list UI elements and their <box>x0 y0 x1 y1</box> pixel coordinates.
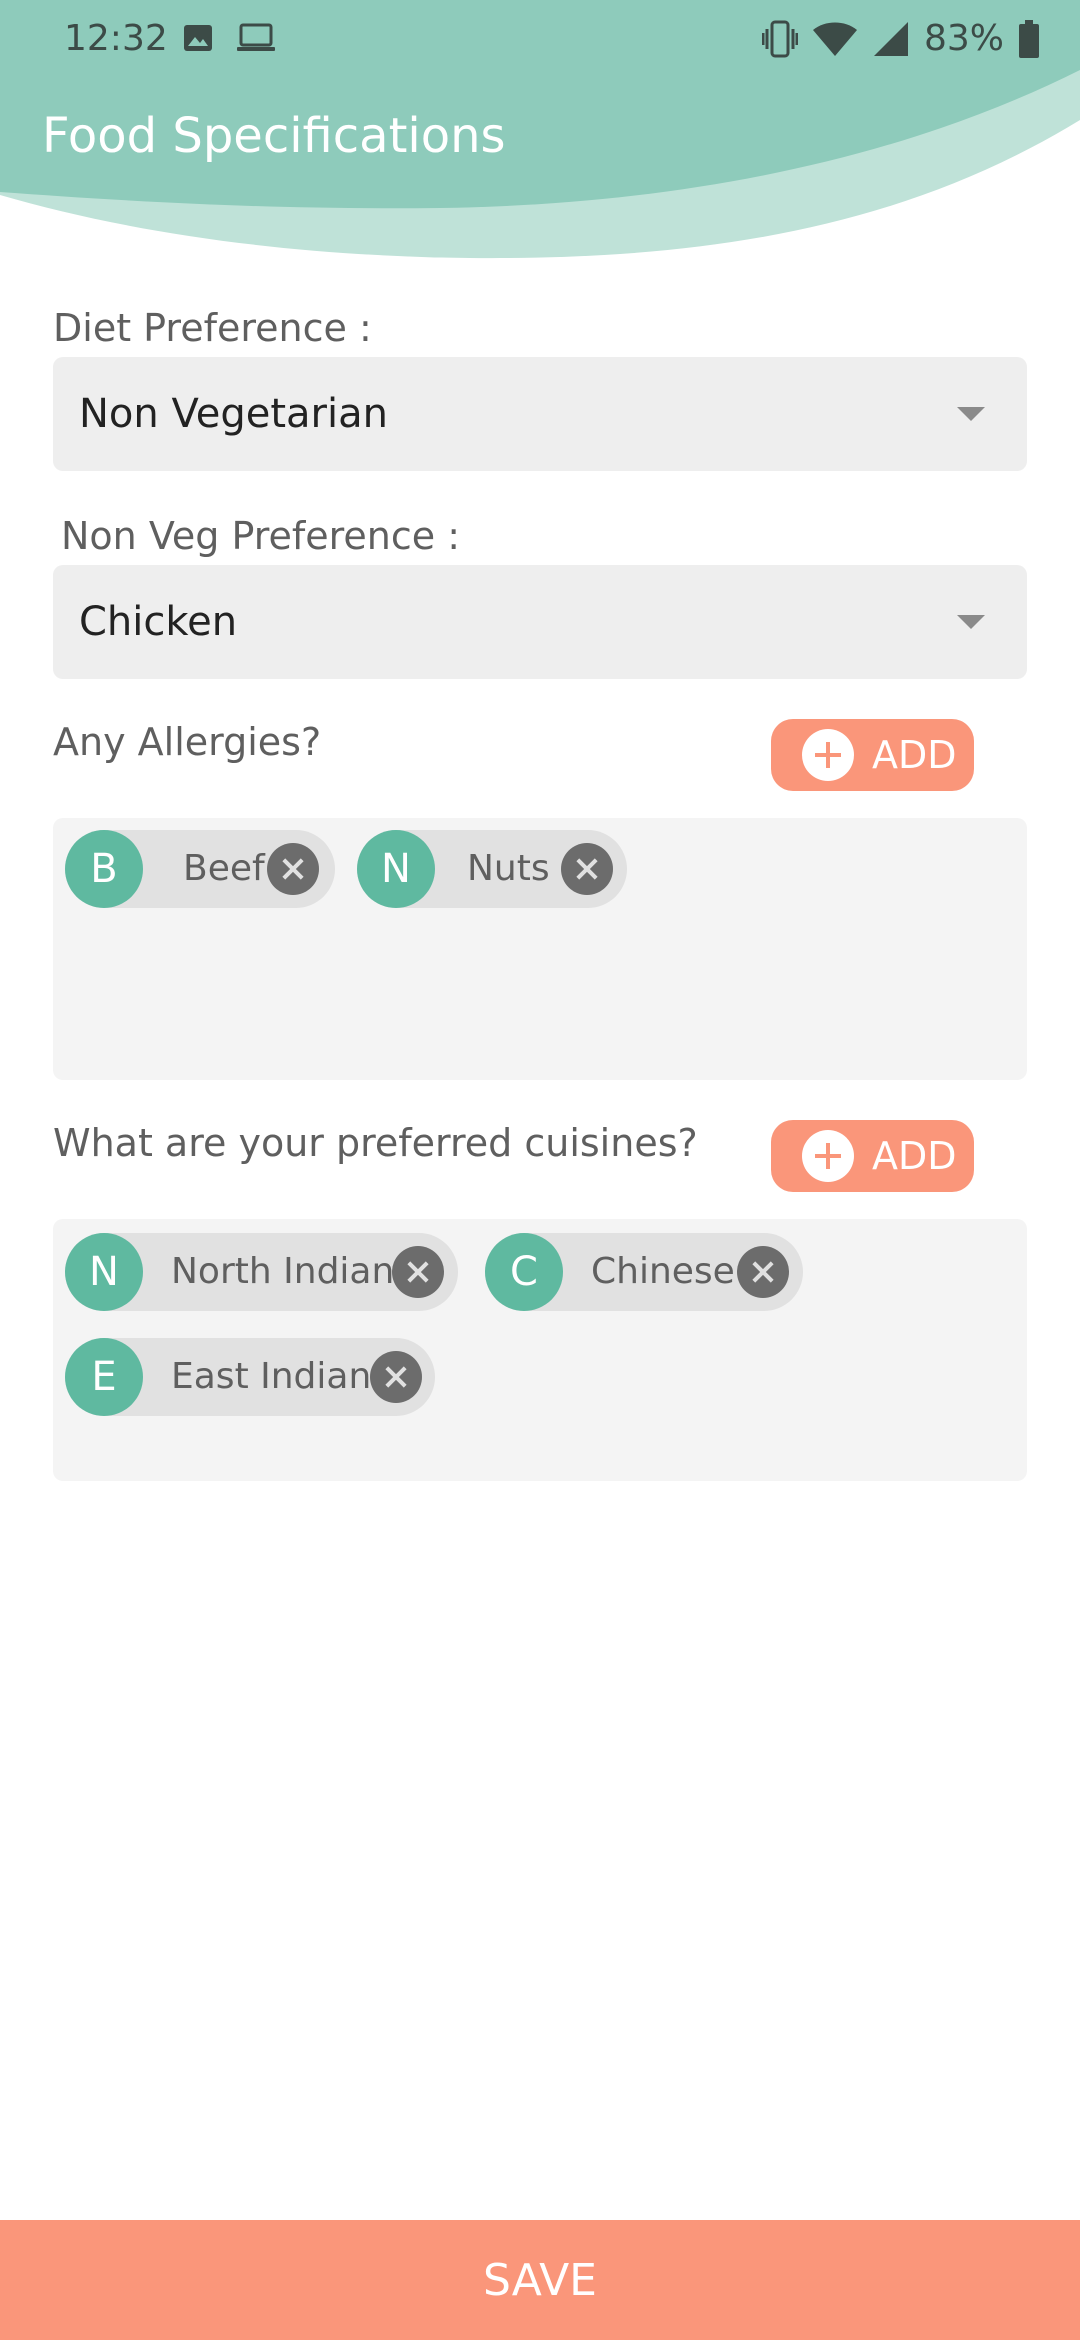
diet-preference-label: Diet Preference : <box>53 306 372 350</box>
diet-preference-dropdown[interactable]: Non Vegetarian <box>53 357 1027 471</box>
plus-icon <box>802 729 854 781</box>
nonveg-preference-label: Non Veg Preference : <box>61 514 461 558</box>
dropdown-arrow-icon <box>957 407 985 421</box>
remove-chip-icon[interactable] <box>392 1246 444 1298</box>
page-title: Food Specifications <box>42 108 506 164</box>
cuisines-chip-box: N North Indian C Chinese E East Indian <box>53 1219 1027 1481</box>
chip-label: Chinese <box>591 1251 735 1292</box>
save-button[interactable]: SAVE <box>0 2220 1080 2340</box>
add-cuisine-button[interactable]: ADD <box>771 1120 974 1192</box>
status-bar: 12:32 83% <box>0 0 1080 80</box>
cuisine-chip: E East Indian <box>65 1338 435 1416</box>
chip-label: Nuts <box>467 848 550 889</box>
cell-signal-icon <box>873 21 908 56</box>
dropdown-arrow-icon <box>957 615 985 629</box>
chip-label: North Indian <box>171 1251 395 1292</box>
plus-icon <box>802 1130 854 1182</box>
allergy-chip: B Beef <box>65 830 335 908</box>
add-allergy-label: ADD <box>872 733 957 777</box>
status-time: 12:32 <box>64 18 168 59</box>
allergies-chip-box: B Beef N Nuts <box>53 818 1027 1080</box>
laptop-icon <box>237 23 275 51</box>
vibrate-icon <box>761 20 798 57</box>
status-icons: 83% <box>761 18 1040 59</box>
battery-percent: 83% <box>923 18 1004 59</box>
remove-chip-icon[interactable] <box>737 1246 789 1298</box>
image-icon <box>184 25 212 51</box>
cuisine-chip: C Chinese <box>485 1233 803 1311</box>
chip-avatar: N <box>357 830 435 908</box>
battery-icon <box>1019 19 1039 58</box>
chip-avatar: B <box>65 830 143 908</box>
chip-avatar: E <box>65 1338 143 1416</box>
remove-chip-icon[interactable] <box>267 843 319 895</box>
add-cuisine-label: ADD <box>872 1134 957 1178</box>
chip-label: Beef <box>183 848 265 889</box>
allergy-chip: N Nuts <box>357 830 627 908</box>
diet-preference-value: Non Vegetarian <box>79 391 388 437</box>
wifi-icon <box>812 22 857 56</box>
save-button-label: SAVE <box>483 2254 597 2306</box>
allergies-label: Any Allergies? <box>53 720 322 764</box>
add-allergy-button[interactable]: ADD <box>771 719 974 791</box>
chip-avatar: N <box>65 1233 143 1311</box>
nonveg-preference-value: Chicken <box>79 599 238 645</box>
remove-chip-icon[interactable] <box>561 843 613 895</box>
cuisine-chip: N North Indian <box>65 1233 458 1311</box>
nonveg-preference-dropdown[interactable]: Chicken <box>53 565 1027 679</box>
chip-label: East Indian <box>171 1356 372 1397</box>
cuisines-label: What are your preferred cuisines? <box>53 1121 698 1165</box>
remove-chip-icon[interactable] <box>370 1351 422 1403</box>
chip-avatar: C <box>485 1233 563 1311</box>
